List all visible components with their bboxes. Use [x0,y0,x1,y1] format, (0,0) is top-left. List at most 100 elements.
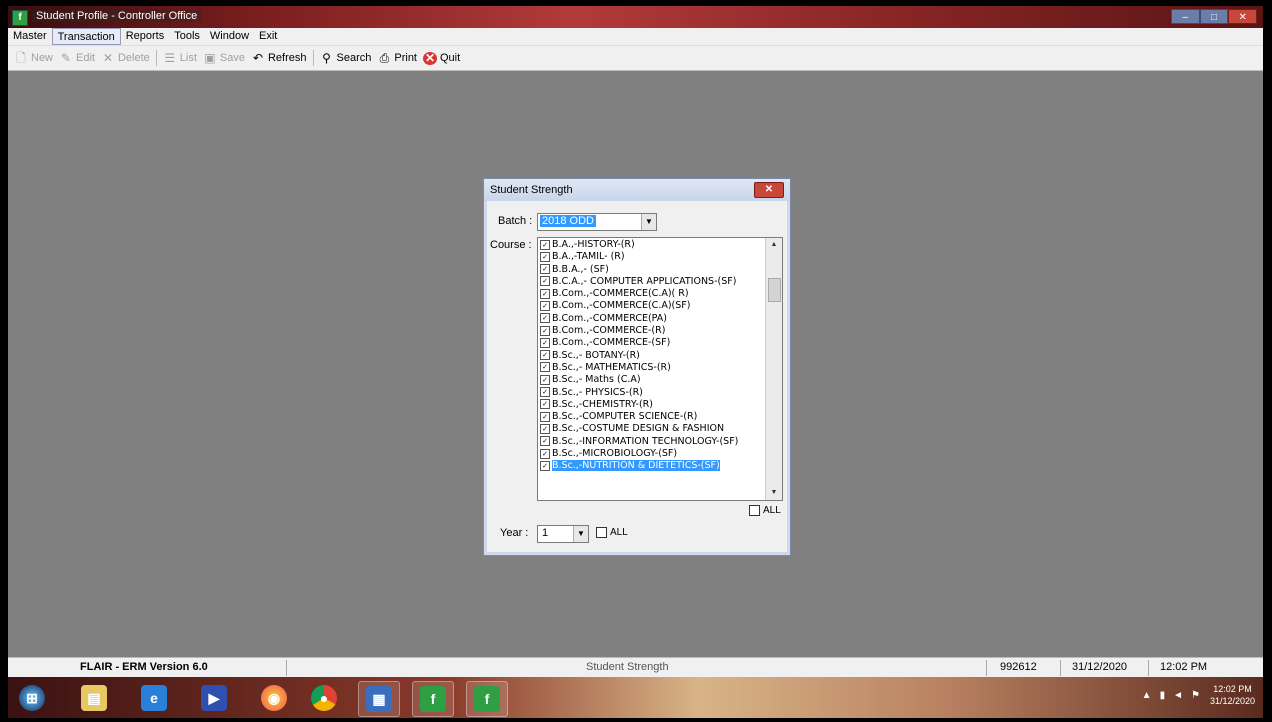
volume-icon[interactable]: ◄ [1173,690,1183,701]
quit-button[interactable]: ✕ Quit [423,50,460,65]
dialog-close-button[interactable]: ✕ [754,182,784,198]
menu-master[interactable]: Master [8,28,52,45]
chrome-icon: ● [311,685,337,711]
taskbar-explorer[interactable]: ▤ [74,681,114,715]
new-button[interactable]: 🗋 New [14,51,53,65]
course-list-item[interactable]: ✓ B.Sc.,-COSTUME DESIGN & FASHION [538,423,765,435]
course-all-checkbox[interactable]: ALL [749,505,781,516]
checkbox-checked-icon[interactable]: ✓ [540,288,550,299]
course-name: B.Com.,-COMMERCE(C.A)( R) [552,288,689,300]
flag-icon[interactable]: ⚑ [1191,690,1200,701]
course-list-item[interactable]: ✓ B.B.A.,- (SF) [538,264,765,276]
checkbox-checked-icon[interactable]: ✓ [540,399,550,410]
year-value: 1 [542,527,549,539]
course-name: B.Sc.,-INFORMATION TECHNOLOGY-(SF) [552,435,739,447]
scroll-thumb[interactable] [768,278,781,302]
clock-date: 31/12/2020 [1209,696,1255,706]
course-list-item[interactable]: ✓ B.Sc.,- Maths (C.A) [538,374,765,386]
delete-button[interactable]: ✕ Delete [101,51,150,65]
batch-value: 2018 ODD [540,215,596,227]
taskbar-firefox[interactable]: ◉ [254,681,294,715]
taskbar-media-player[interactable]: ▶ [194,681,234,715]
year-select[interactable]: 1 ▼ [537,525,589,543]
course-list-item[interactable]: ✓ B.Com.,-COMMERCE(C.A)(SF) [538,300,765,312]
menu-window[interactable]: Window [205,28,254,45]
batch-select[interactable]: 2018 ODD ▼ [537,213,657,231]
course-list-item[interactable]: ✓ B.C.A.,- COMPUTER APPLICATIONS-(SF) [538,276,765,288]
scroll-down-icon[interactable]: ▼ [766,486,782,500]
year-all-label: ALL [610,527,628,538]
refresh-button[interactable]: ↶ Refresh [251,51,307,65]
checkbox-checked-icon[interactable]: ✓ [540,251,550,262]
course-list-item[interactable]: ✓ B.Com.,-COMMERCE(C.A)( R) [538,288,765,300]
course-all-label: ALL [763,505,781,516]
list-button[interactable]: ☰ List [163,51,197,65]
course-list-item[interactable]: ✓ B.Com.,-COMMERCE-(SF) [538,337,765,349]
status-user-id: 992612 [1000,661,1037,673]
checkbox-checked-icon[interactable]: ✓ [540,337,550,348]
flair-app-icon: f [474,686,500,712]
checkbox-checked-icon[interactable]: ✓ [540,411,550,422]
course-list-item[interactable]: ✓ B.Sc.,- MATHEMATICS-(R) [538,362,765,374]
course-list-item[interactable]: ✓ B.A.,-HISTORY-(R) [538,239,765,251]
checkbox-checked-icon[interactable]: ✓ [540,374,550,385]
taskbar-flair-1[interactable]: f [412,681,454,717]
minimize-button[interactable]: – [1171,9,1200,24]
course-list-item[interactable]: ✓ B.Com.,-COMMERCE-(R) [538,325,765,337]
taskbar-app-window[interactable]: ▦ [358,681,400,717]
checkbox-checked-icon[interactable]: ✓ [540,325,550,336]
save-button[interactable]: ▣ Save [203,51,245,65]
maximize-button[interactable]: □ [1199,9,1229,24]
taskbar-clock[interactable]: 12:02 PM 31/12/2020 [1210,683,1255,707]
taskbar-ie[interactable]: e [134,681,174,715]
checkbox-checked-icon[interactable]: ✓ [540,460,550,471]
batch-label: Batch : [498,215,533,227]
status-divider [1060,660,1061,676]
course-name: B.Sc.,- PHYSICS-(R) [552,386,643,398]
course-list-item[interactable]: ✓ B.Sc.,- BOTANY-(R) [538,350,765,362]
course-label: Course : [490,239,532,251]
menu-tools[interactable]: Tools [169,28,205,45]
course-list-item[interactable]: ✓ B.Sc.,-INFORMATION TECHNOLOGY-(SF) [538,436,765,448]
course-list-item[interactable]: ✓ B.Sc.,-MICROBIOLOGY-(SF) [538,448,765,460]
menu-exit[interactable]: Exit [254,28,282,45]
menu-reports[interactable]: Reports [121,28,170,45]
edit-button[interactable]: ✎ Edit [59,51,95,65]
close-button[interactable]: ✕ [1228,9,1258,24]
course-list-item[interactable]: ✓ B.Com.,-COMMERCE(PA) [538,313,765,325]
quit-icon: ✕ [423,50,437,65]
start-button[interactable]: ⊞ [12,681,52,715]
course-list-scrollbar[interactable]: ▲ ▼ [765,238,782,500]
checkbox-checked-icon[interactable]: ✓ [540,300,550,311]
course-list-item[interactable]: ✓ B.Sc.,-CHEMISTRY-(R) [538,399,765,411]
tray-expand-icon[interactable]: ▲ [1142,690,1152,701]
window-title: Student Profile - Controller Office [32,10,202,22]
search-button[interactable]: ⚲ Search [320,51,371,65]
print-button[interactable]: ⎙ Print [377,51,417,65]
course-list[interactable]: ✓ B.A.,-HISTORY-(R) ✓ B.A.,-TAMIL- (R) ✓ B.B.… [537,237,783,501]
menu-transaction[interactable]: Transaction [51,28,121,45]
course-name: B.Sc.,- MATHEMATICS-(R) [552,361,671,373]
course-list-item[interactable]: ✓ B.Sc.,-COMPUTER SCIENCE-(R) [538,411,765,423]
course-list-item[interactable]: ✓ B.A.,-TAMIL- (R) [538,251,765,263]
checkbox-checked-icon[interactable]: ✓ [540,387,550,398]
checkbox-checked-icon[interactable]: ✓ [540,362,550,373]
year-all-checkbox[interactable]: ALL [596,527,628,538]
taskbar-chrome[interactable]: ● [304,681,344,715]
checkbox-checked-icon[interactable]: ✓ [540,448,550,459]
taskbar-flair-2[interactable]: f [466,681,508,717]
chevron-down-icon[interactable]: ▼ [641,214,656,230]
checkbox-checked-icon[interactable]: ✓ [540,264,550,275]
network-icon[interactable]: ▮ [1160,690,1166,701]
checkbox-checked-icon[interactable]: ✓ [540,239,550,250]
scroll-up-icon[interactable]: ▲ [766,238,782,252]
checkbox-checked-icon[interactable]: ✓ [540,313,550,324]
checkbox-checked-icon[interactable]: ✓ [540,436,550,447]
dialog-title: Student Strength [490,184,573,196]
checkbox-checked-icon[interactable]: ✓ [540,423,550,434]
chevron-down-icon[interactable]: ▼ [573,526,588,542]
checkbox-checked-icon[interactable]: ✓ [540,276,550,287]
course-list-item[interactable]: ✓ B.Sc.,- PHYSICS-(R) [538,387,765,399]
course-list-item[interactable]: ✓ B.Sc.,-NUTRITION & DIETETICS-(SF) [538,460,765,472]
checkbox-checked-icon[interactable]: ✓ [540,350,550,361]
